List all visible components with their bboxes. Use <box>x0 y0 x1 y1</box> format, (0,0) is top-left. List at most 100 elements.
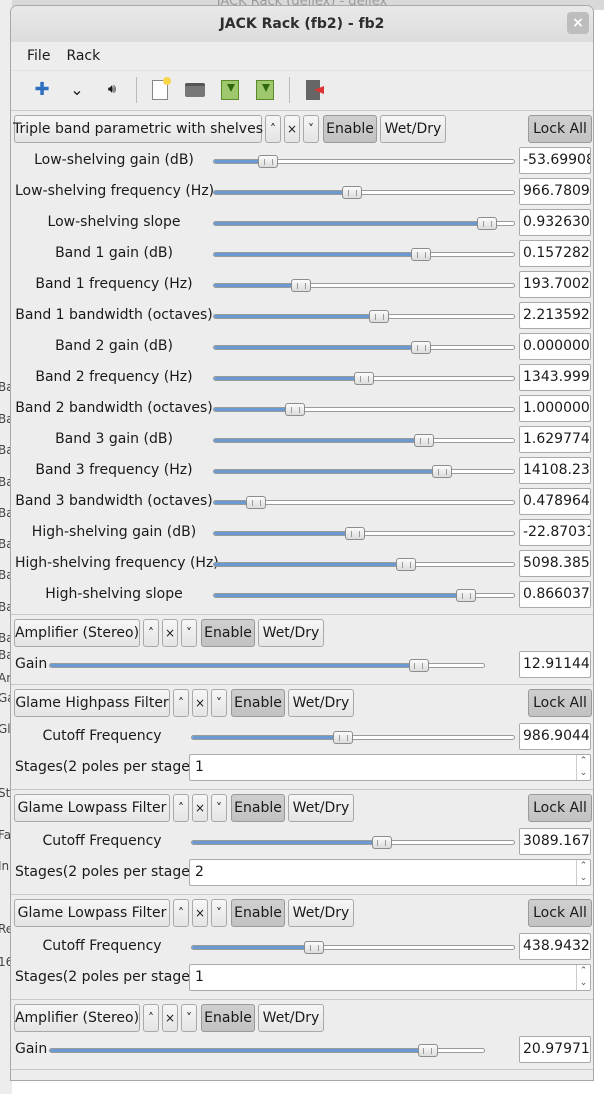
move-down-button[interactable]: ˅ <box>181 1004 197 1032</box>
control-value-field[interactable]: 0.932630 <box>519 209 591 236</box>
control-slider[interactable] <box>49 659 485 672</box>
control-value-field[interactable]: 0.478964 <box>519 488 591 515</box>
control-slider[interactable] <box>213 434 515 447</box>
slider-thumb[interactable] <box>342 186 362 199</box>
control-value-field[interactable]: 14108.23 <box>519 457 591 484</box>
wet-dry-toggle[interactable]: Wet/Dry <box>288 794 354 822</box>
slider-thumb[interactable] <box>411 248 431 261</box>
control-value-field[interactable]: 12.91144 <box>519 651 591 678</box>
control-value-field[interactable]: 1.629774 <box>519 426 591 453</box>
control-slider[interactable] <box>213 248 515 261</box>
stages-spinbutton[interactable]: 1 ⌃ ⌄ <box>189 964 591 991</box>
plugin-name-button[interactable]: Amplifier (Stereo) <box>14 619 140 647</box>
save-as-rack-button[interactable] <box>252 77 278 103</box>
remove-plugin-button[interactable]: × <box>162 1004 178 1032</box>
control-slider[interactable] <box>191 836 515 849</box>
plugin-name-button[interactable]: Glame Lowpass Filter <box>14 794 170 822</box>
enable-toggle[interactable]: Enable <box>323 115 377 143</box>
control-value-field[interactable]: -22.87031 <box>519 519 591 546</box>
control-slider[interactable] <box>213 465 515 478</box>
slider-thumb[interactable] <box>396 558 416 571</box>
stages-spinbutton[interactable]: 2 ⌃ ⌄ <box>189 859 591 886</box>
wet-dry-toggle[interactable]: Wet/Dry <box>288 689 354 717</box>
remove-plugin-button[interactable]: × <box>162 619 178 647</box>
move-up-button[interactable]: ˄ <box>143 1004 159 1032</box>
spin-arrows-icon[interactable]: ⌃ ⌄ <box>576 860 590 885</box>
control-slider[interactable] <box>213 310 515 323</box>
plugin-menu-button[interactable]: ⌄ <box>64 77 90 103</box>
window-close-button[interactable]: × <box>567 12 589 34</box>
slider-thumb[interactable] <box>354 372 374 385</box>
enable-toggle[interactable]: Enable <box>201 1004 255 1032</box>
control-slider[interactable] <box>191 941 515 954</box>
stages-spinbutton[interactable]: 1 ⌃ ⌄ <box>189 754 591 781</box>
control-slider[interactable] <box>213 279 515 292</box>
slider-thumb[interactable] <box>411 341 431 354</box>
slider-thumb[interactable] <box>371 836 392 849</box>
control-value-field[interactable]: 3089.167 <box>519 828 591 855</box>
plugin-name-button[interactable]: Glame Lowpass Filter <box>14 899 170 927</box>
save-rack-button[interactable] <box>217 77 243 103</box>
control-value-field[interactable]: 0.157282 <box>519 240 591 267</box>
slider-thumb[interactable] <box>345 527 365 540</box>
control-value-field[interactable]: 0.000000 <box>519 333 591 360</box>
move-up-button[interactable]: ˄ <box>173 899 189 927</box>
move-down-button[interactable]: ˅ <box>211 899 227 927</box>
control-slider[interactable] <box>213 372 515 385</box>
wet-dry-toggle[interactable]: Wet/Dry <box>258 619 324 647</box>
lock-all-toggle[interactable]: Lock All <box>528 794 592 822</box>
spin-arrows-icon[interactable]: ⌃ ⌄ <box>576 755 590 780</box>
control-slider[interactable] <box>213 527 515 540</box>
remove-plugin-button[interactable]: × <box>192 689 208 717</box>
control-value-field[interactable]: 438.9432 <box>519 933 591 960</box>
remove-plugin-button[interactable]: × <box>284 115 300 143</box>
slider-thumb[interactable] <box>333 731 354 744</box>
control-slider[interactable] <box>49 1044 485 1057</box>
title-bar[interactable]: JACK Rack (fb2) - fb2 × <box>11 6 593 42</box>
remove-plugin-button[interactable]: × <box>192 794 208 822</box>
control-slider[interactable] <box>213 496 515 509</box>
wet-dry-toggle[interactable]: Wet/Dry <box>258 1004 324 1032</box>
lock-all-toggle[interactable]: Lock All <box>528 689 592 717</box>
move-down-button[interactable]: ˅ <box>211 794 227 822</box>
enable-toggle[interactable]: Enable <box>231 689 285 717</box>
quit-button[interactable] <box>300 77 326 103</box>
control-value-field[interactable]: 1.000000 <box>519 395 591 422</box>
control-value-field[interactable]: -53.69908 <box>519 147 591 174</box>
lock-all-toggle[interactable]: Lock All <box>528 115 592 143</box>
slider-thumb[interactable] <box>432 465 452 478</box>
slider-thumb[interactable] <box>477 217 497 230</box>
slider-thumb[interactable] <box>291 279 311 292</box>
control-slider[interactable] <box>213 589 515 602</box>
plugin-name-button[interactable]: Glame Highpass Filter <box>14 689 170 717</box>
wet-dry-toggle[interactable]: Wet/Dry <box>288 899 354 927</box>
move-up-button[interactable]: ˄ <box>173 689 189 717</box>
wet-dry-toggle[interactable]: Wet/Dry <box>380 115 446 143</box>
menu-file[interactable]: File <box>27 48 50 64</box>
move-up-button[interactable]: ˄ <box>173 794 189 822</box>
move-down-button[interactable]: ˅ <box>303 115 319 143</box>
lock-all-toggle[interactable]: Lock All <box>528 899 592 927</box>
slider-thumb[interactable] <box>414 434 434 447</box>
enable-toggle[interactable]: Enable <box>201 619 255 647</box>
slider-thumb[interactable] <box>285 403 305 416</box>
control-slider[interactable] <box>213 217 515 230</box>
slider-thumb[interactable] <box>417 1044 438 1057</box>
slider-thumb[interactable] <box>369 310 389 323</box>
control-value-field[interactable]: 5098.385 <box>519 550 591 577</box>
control-slider[interactable] <box>213 186 515 199</box>
move-up-button[interactable]: ˄ <box>265 115 281 143</box>
control-slider[interactable] <box>213 155 515 168</box>
slider-thumb[interactable] <box>456 589 476 602</box>
control-slider[interactable] <box>191 731 515 744</box>
slider-thumb[interactable] <box>258 155 278 168</box>
remove-plugin-button[interactable]: × <box>192 899 208 927</box>
add-plugin-button[interactable]: ✚ <box>29 77 55 103</box>
control-value-field[interactable]: 966.7809 <box>519 178 591 205</box>
control-value-field[interactable]: 193.7002 <box>519 271 591 298</box>
plugin-name-button[interactable]: Triple band parametric with shelves <box>13 115 263 143</box>
slider-thumb[interactable] <box>304 941 325 954</box>
move-up-button[interactable]: ˄ <box>143 619 159 647</box>
control-value-field[interactable]: 0.866037 <box>519 581 591 608</box>
menu-rack[interactable]: Rack <box>66 48 100 64</box>
